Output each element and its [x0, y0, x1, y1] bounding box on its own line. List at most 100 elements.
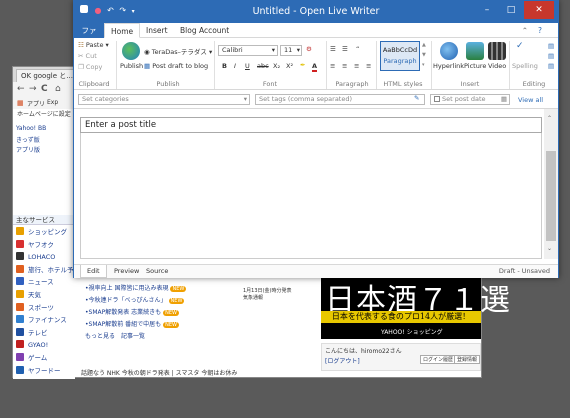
tab-insert[interactable]: Insert — [140, 23, 174, 38]
help-icon[interactable]: ? — [532, 23, 548, 38]
post-draft-button[interactable]: ▦ Post draft to blog — [144, 62, 208, 70]
paragraph-style-gallery[interactable]: AaBbCcDd Paragraph — [380, 41, 420, 71]
side-link-bb[interactable]: Yahoo! BB — [16, 125, 46, 132]
spelling-button[interactable]: Spelling — [512, 62, 538, 70]
paste-icon: ☷ — [78, 41, 84, 49]
scroll-down-icon[interactable]: ⌄ — [547, 245, 552, 252]
apps-icon[interactable]: ▦ — [17, 99, 24, 107]
video-button[interactable]: Video — [488, 62, 506, 70]
news-text: •視率向上 国際皆に用込み表現 — [85, 285, 169, 292]
scroll-up-icon[interactable]: ⌃ — [547, 115, 552, 122]
maximize-button[interactable]: □ — [500, 1, 522, 19]
news-item[interactable]: •視率向上 国際皆に用込み表現 NEW — [85, 283, 187, 292]
service-link[interactable]: ショッピング — [16, 227, 67, 238]
services-header-label: 主なサービス — [16, 216, 55, 224]
bullet-list-icon[interactable]: ☰ — [330, 45, 336, 53]
forward-icon[interactable]: → — [29, 84, 37, 94]
home-icon[interactable]: ⌂ — [55, 84, 61, 94]
login-history-button[interactable]: ログイン履歴 — [420, 355, 457, 364]
underline-button[interactable]: U — [245, 62, 250, 70]
post-editor[interactable] — [80, 133, 542, 259]
clear-format-icon[interactable]: ⚙ — [306, 45, 312, 53]
post-date-label: Set post date — [442, 95, 486, 103]
bold-button[interactable]: B — [222, 62, 227, 70]
scroll-thumb[interactable] — [546, 151, 556, 241]
trending-bar[interactable]: 話題なう NHK 今秋の朝ドラ発表 | スマスタ 今朝はお休み — [81, 368, 321, 378]
service-link[interactable]: ファイナンス — [16, 315, 67, 326]
categories-select[interactable]: Set categories ▾ — [78, 94, 250, 105]
tab-home[interactable]: Home — [104, 23, 141, 38]
subscript-button[interactable]: X₂ — [273, 62, 280, 70]
writer-window: ● ↶ ↷ ▾ Untitled - Open Live Writer – □ … — [73, 0, 559, 278]
service-icon — [16, 264, 24, 273]
find-icon[interactable]: ▤ — [548, 42, 554, 50]
tags-input[interactable]: Set tags (comma separated) — [255, 94, 425, 105]
news-item[interactable]: •SMAP解散発表 志業続きも NEW — [85, 307, 179, 316]
styles-up-icon[interactable]: ▲ — [422, 42, 426, 48]
post-title-input[interactable]: Enter a post title — [80, 117, 542, 133]
side-link-kids[interactable]: きっず版 — [16, 135, 40, 144]
post-date-field[interactable]: Set post date ▦ — [430, 94, 510, 105]
blockquote-icon[interactable]: “ — [356, 45, 359, 53]
cut-button[interactable]: ✂ Cut — [78, 52, 97, 60]
align-left-icon[interactable]: ≡ — [330, 62, 335, 70]
replace-icon[interactable]: ▤ — [548, 52, 554, 60]
italic-button[interactable]: I — [234, 62, 236, 70]
align-right-icon[interactable]: ≡ — [354, 62, 359, 70]
service-link[interactable]: スポーツ — [16, 302, 54, 314]
tags-edit-icon[interactable]: ✎ — [414, 94, 419, 102]
view-all-link[interactable]: View all — [518, 96, 543, 104]
styles-down-icon[interactable]: ▼ — [422, 52, 426, 58]
picture-button[interactable]: Picture — [464, 62, 486, 70]
service-link[interactable]: GYAO! — [16, 340, 48, 351]
services-list: 主なサービス ショッピング ヤフオク LOHACO 旅行、ホテル予約 ニュース天気 スポー… — [13, 215, 80, 379]
news-item[interactable]: もっと見る 記事一覧 — [85, 331, 145, 340]
font-family-select[interactable]: Calibri ▾ — [218, 45, 278, 56]
justify-icon[interactable]: ≡ — [366, 62, 371, 70]
bookmark-exp[interactable]: Exp — [47, 99, 58, 106]
service-link[interactable]: ヤフードー — [16, 365, 61, 377]
bookmark-apps[interactable]: アプリ — [27, 99, 45, 108]
editor-scrollbar[interactable]: ⌃ ⌄ — [544, 109, 558, 259]
service-link[interactable]: テレビ — [16, 327, 48, 339]
new-badge: NEW — [168, 298, 185, 304]
service-link[interactable]: 天気 — [16, 290, 41, 301]
service-link[interactable]: ヤフオク — [16, 239, 54, 251]
superscript-button[interactable]: X² — [286, 62, 293, 70]
strikethrough-button[interactable]: abc — [257, 62, 269, 70]
numbered-list-icon[interactable]: ☰ — [342, 45, 348, 53]
news-item[interactable]: •今秋連ドラ「べっぴんさん」 NEW — [85, 295, 185, 304]
service-icon — [16, 252, 24, 261]
ribbon: ☷ Paste ▾ ✂ Cut ❐ Copy Clipboard Publish… — [74, 38, 558, 90]
publish-button[interactable]: Publish — [120, 62, 143, 70]
ad-banner[interactable]: 日本酒７１選 日本を代表する食のプロ14人が厳選！ YAHOO! ショッピング — [321, 275, 510, 339]
blog-selector[interactable]: ◉ TeraDas–テラダス ▾ — [144, 46, 212, 56]
service-link[interactable]: ゲーム — [16, 353, 47, 364]
styles-more-icon[interactable]: ▾ — [422, 62, 425, 68]
service-link[interactable]: 旅行、ホテル予約 — [16, 264, 80, 276]
logout-link[interactable]: [ログアウト] — [325, 356, 360, 365]
calendar-icon[interactable]: ▦ — [501, 95, 507, 104]
font-size-select[interactable]: 11 ▾ — [280, 45, 302, 56]
tab-file[interactable]: ファイル — [74, 23, 104, 50]
tab-blog-account[interactable]: Blog Account — [174, 23, 235, 38]
reload-icon[interactable]: C — [41, 84, 48, 94]
news-item[interactable]: •SMAP解散前 番組で中居も NEW — [85, 319, 179, 328]
service-link[interactable]: LOHACO — [16, 252, 55, 263]
highlight-icon[interactable]: ✒ — [300, 61, 305, 69]
close-button[interactable]: ✕ — [524, 1, 554, 19]
registration-button[interactable]: 登録情報 — [454, 355, 480, 364]
tab-source[interactable]: Source — [140, 265, 174, 278]
service-link[interactable]: ニュース — [16, 277, 54, 288]
side-link-app[interactable]: アプリ版 — [16, 145, 40, 154]
hyperlink-button[interactable]: Hyperlink — [433, 62, 464, 70]
align-center-icon[interactable]: ≡ — [342, 62, 347, 70]
minimize-button[interactable]: – — [476, 1, 498, 19]
copy-button[interactable]: ❐ Copy — [78, 63, 102, 71]
checkbox-icon[interactable] — [434, 96, 440, 102]
back-icon[interactable]: ← — [17, 84, 25, 94]
tab-edit[interactable]: Edit — [80, 265, 107, 278]
font-color-icon[interactable]: A — [312, 62, 318, 72]
paste-button[interactable]: ☷ Paste ▾ — [78, 41, 109, 49]
select-all-icon[interactable]: ▤ — [548, 62, 554, 70]
